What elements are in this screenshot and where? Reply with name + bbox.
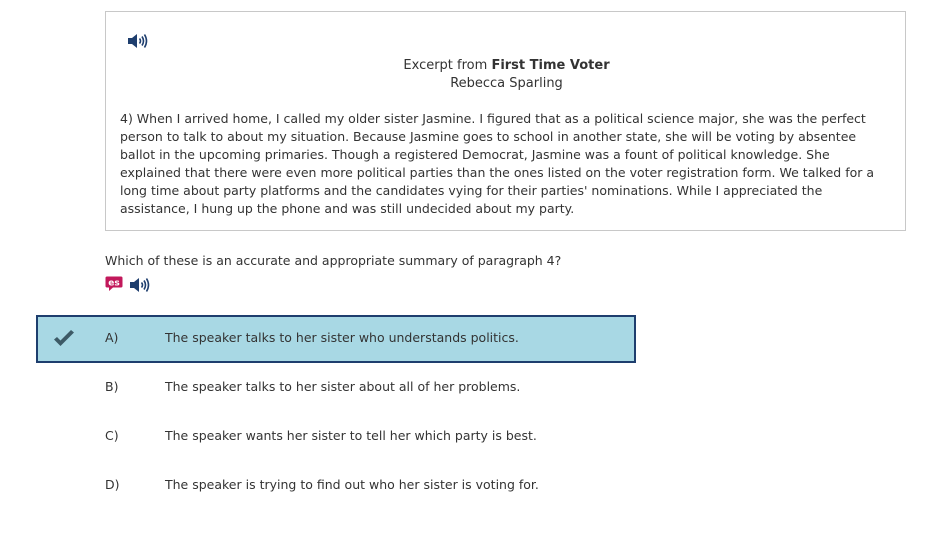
checkmark-icon <box>52 329 76 349</box>
choice-text: The speaker talks to her sister who unde… <box>165 330 519 345</box>
choice-text: The speaker talks to her sister about al… <box>165 379 521 394</box>
question-prompt: Which of these is an accurate and approp… <box>105 253 562 268</box>
answer-choice-c[interactable]: C) The speaker wants her sister to tell … <box>36 413 636 461</box>
choice-letter: D) <box>105 477 120 492</box>
choice-text: The speaker wants her sister to tell her… <box>165 428 537 443</box>
speaker-icon[interactable] <box>127 32 149 50</box>
answer-choice-b[interactable]: B) The speaker talks to her sister about… <box>36 364 636 412</box>
passage-author: Rebecca Sparling <box>450 76 563 91</box>
svg-text:es: es <box>108 279 119 289</box>
passage-box: Excerpt from First Time Voter Rebecca Sp… <box>105 11 906 231</box>
choice-letter: B) <box>105 379 119 394</box>
passage-paragraph: 4) When I arrived home, I called my olde… <box>120 111 875 216</box>
answer-choice-d[interactable]: D) The speaker is trying to find out who… <box>36 462 636 510</box>
passage-title: Excerpt from First Time Voter <box>106 57 907 75</box>
es-translate-icon[interactable]: es <box>105 276 123 292</box>
passage-title-name: First Time Voter <box>491 58 610 73</box>
answer-choice-a[interactable]: A) The speaker talks to her sister who u… <box>36 315 636 363</box>
choice-text: The speaker is trying to find out who he… <box>165 477 539 492</box>
choice-letter: C) <box>105 428 119 443</box>
speaker-icon[interactable] <box>129 276 151 294</box>
passage-title-prefix: Excerpt from <box>403 58 488 73</box>
choice-letter: A) <box>105 330 119 345</box>
